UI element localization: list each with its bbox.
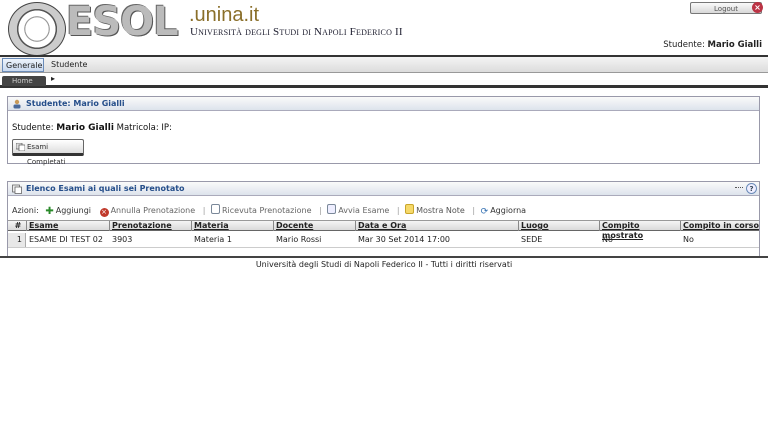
note-icon xyxy=(405,204,415,214)
site-domain-text: .unina.it xyxy=(189,4,260,26)
student-info-line: Studente: Mario Gialli Matricola: IP: xyxy=(12,123,172,133)
col-header-data-ora[interactable]: Data e Ora xyxy=(355,221,518,231)
col-header-materia[interactable]: Materia xyxy=(191,221,273,231)
col-header-esame[interactable]: Esame xyxy=(26,221,109,231)
aggiorna-button[interactable]: ⟳ Aggiorna xyxy=(481,205,526,217)
cell-esame: ESAME DI TEST 02 xyxy=(29,235,103,244)
student-name: Mario Gialli xyxy=(707,40,762,50)
content-bottom-border xyxy=(0,256,768,258)
separator: | xyxy=(202,206,206,215)
list-icon xyxy=(12,184,22,194)
cell-compito-in-corso: No xyxy=(683,235,694,244)
col-header-index[interactable]: # xyxy=(8,221,26,231)
collapse-icon[interactable] xyxy=(735,187,743,190)
add-icon: ✚ xyxy=(45,206,54,217)
col-header-docente[interactable]: Docente xyxy=(273,221,355,231)
actions-toolbar: Azioni: ✚ Aggiungi × Annulla Prenotazione … xyxy=(12,204,528,217)
exams-panel: Elenco Esami ai quali sei Prenotato ? Az… xyxy=(7,181,760,257)
annulla-label: Annulla Prenotazione xyxy=(110,206,196,215)
student-info-name: Mario Gialli xyxy=(56,123,114,133)
avvia-label: Avvia Esame xyxy=(338,206,390,215)
ricevuta-prenotazione-button[interactable]: Ricevuta Prenotazione xyxy=(210,204,312,217)
col-header-compito-mostrato[interactable]: Compito mostrato xyxy=(599,221,680,240)
actions-label: Azioni: xyxy=(12,206,39,215)
menu-studente[interactable]: Studente ▸ xyxy=(48,58,92,83)
footer-text: Università degli Studi di Napoli Federic… xyxy=(255,260,513,269)
cell-prenotazione: 3903 xyxy=(112,235,133,244)
student-info-label: Studente: xyxy=(12,123,54,133)
university-seal-logo xyxy=(8,2,66,56)
cell-docente: Mario Rossi xyxy=(276,235,322,244)
logout-button[interactable]: Logout × xyxy=(690,2,763,14)
header: ESOL .unina.it Università degli Studi di… xyxy=(0,0,768,56)
mostra-note-button[interactable]: Mostra Note xyxy=(405,204,465,217)
tab-home-label: Home xyxy=(12,77,33,85)
annulla-prenotazione-button[interactable]: × Annulla Prenotazione xyxy=(99,205,196,217)
col-header-prenotazione[interactable]: Prenotazione xyxy=(109,221,191,231)
esami-completati-button[interactable]: Esami Completati xyxy=(12,139,84,166)
menu-bar: Generale ▾ Studente ▸ xyxy=(0,55,768,84)
close-icon: × xyxy=(752,2,763,13)
student-panel: Studente: Mario Gialli Studente: Mario G… xyxy=(7,96,760,166)
separator: | xyxy=(472,206,476,215)
col-header-luogo[interactable]: Luogo xyxy=(518,221,599,231)
university-name: Università degli Studi di Napoli Federic… xyxy=(190,26,403,38)
cell-materia: Materia 1 xyxy=(194,235,232,244)
separator: | xyxy=(319,206,322,215)
row-index: 1 xyxy=(8,233,26,247)
student-label: Studente: xyxy=(663,40,705,50)
ricevuta-label: Ricevuta Prenotazione xyxy=(221,206,312,215)
esami-completati-label: Esami Completati xyxy=(27,143,66,166)
user-icon xyxy=(13,99,21,109)
help-icon[interactable]: ? xyxy=(746,183,757,194)
tab-bar: Home xyxy=(0,74,768,88)
exams-panel-title: Elenco Esami ai quali sei Prenotato xyxy=(26,184,185,193)
student-panel-title: Studente: Mario Gialli xyxy=(26,99,125,108)
current-student: Studente: Mario Gialli xyxy=(663,40,762,50)
cell-luogo: SEDE xyxy=(521,235,543,244)
refresh-icon: ⟳ xyxy=(480,207,489,217)
table-header: # Esame Prenotazione Materia Docente Dat… xyxy=(8,220,759,240)
avvia-esame-button[interactable]: Avvia Esame xyxy=(327,204,389,217)
tab-home[interactable]: Home xyxy=(2,76,46,86)
mostra-note-label: Mostra Note xyxy=(416,206,465,215)
documents-icon xyxy=(16,143,25,151)
student-panel-header: Studente: Mario Gialli xyxy=(8,97,759,111)
receipt-icon xyxy=(210,204,220,214)
aggiungi-label: Aggiungi xyxy=(55,206,92,215)
cell-compito-mostrato: No xyxy=(602,235,613,244)
col-header-compito-in-corso[interactable]: Compito in corso xyxy=(680,221,759,231)
exams-panel-header: Elenco Esami ai quali sei Prenotato ? xyxy=(8,182,759,196)
table-row[interactable]: 1 ESAME DI TEST 02 3903 Materia 1 Mario … xyxy=(8,233,759,248)
menu-generale[interactable]: Generale ▾ xyxy=(2,58,44,84)
clipboard-icon xyxy=(327,204,337,214)
logout-label: Logout xyxy=(714,5,738,13)
student-info-rest: Matricola: IP: xyxy=(116,123,172,133)
cell-data-ora: Mar 30 Set 2014 17:00 xyxy=(358,235,450,244)
separator: | xyxy=(396,206,400,215)
esol-logo-text: ESOL xyxy=(66,0,179,45)
aggiorna-label: Aggiorna xyxy=(490,206,527,215)
cancel-icon: × xyxy=(99,208,109,217)
aggiungi-button[interactable]: ✚ Aggiungi xyxy=(45,205,91,217)
